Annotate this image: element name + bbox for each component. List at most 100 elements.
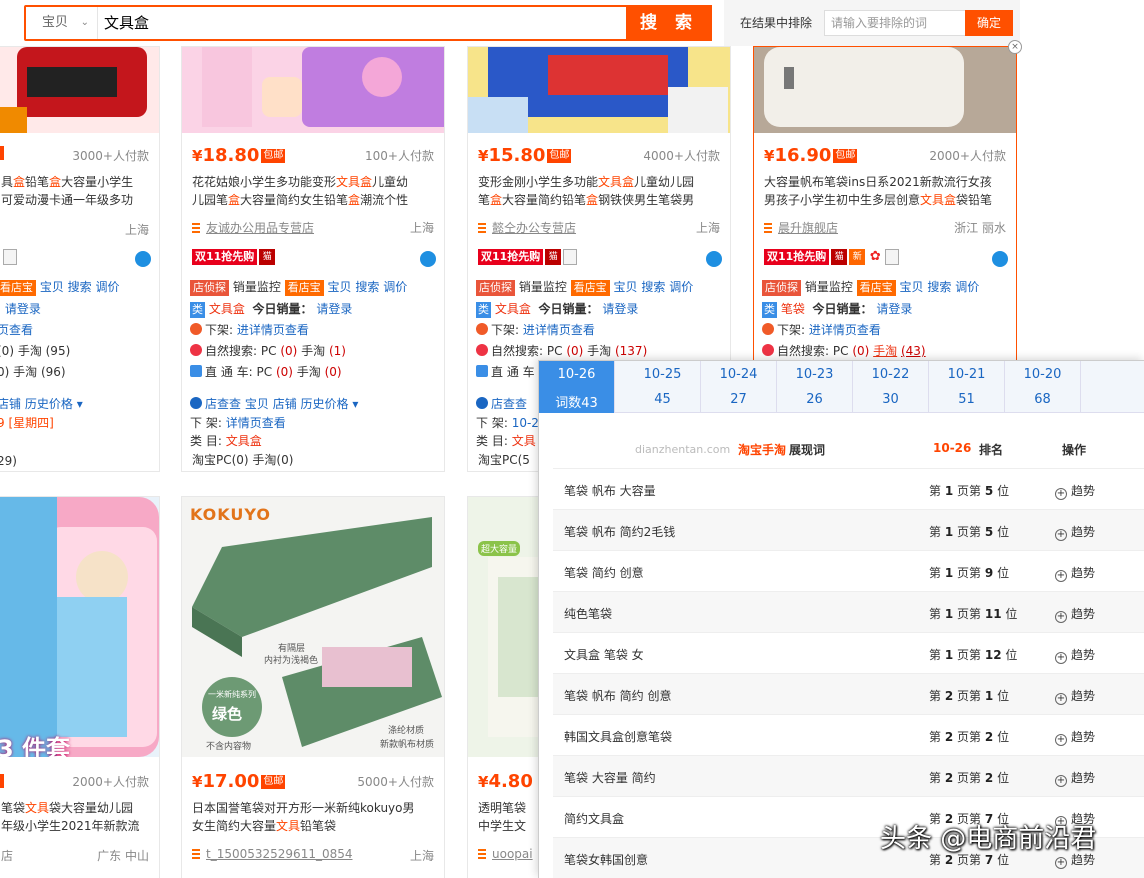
table-row: 笔袋 简约 创意 第 1 页第 9 位 + 趋势 (553, 550, 1144, 591)
sales-count: 5000+人付款 (357, 775, 434, 789)
date-tab[interactable]: 10-22 30 (853, 361, 929, 413)
doc-icon (563, 249, 578, 265)
product-title[interactable]: 花花姑娘小学生多功能变形文具盒儿童幼 儿园笔盒大容量简约女生铅笔盒潮流个性 (192, 173, 434, 209)
shop-name[interactable]: 懿仝办公专营店 (478, 219, 576, 236)
tmall-icon: 猫 (831, 249, 848, 265)
wangwang-icon[interactable] (992, 251, 1008, 267)
date-tab[interactable]: 10-23 26 (777, 361, 853, 413)
dianzhentan-tag[interactable]: 店侦探 (476, 279, 515, 296)
price: ¥16.90 包邮 (764, 145, 858, 166)
price: ¥4.80 (478, 771, 533, 792)
dianzhentan-tag[interactable]: 店侦探 (190, 279, 229, 296)
kandianbao-tag[interactable]: 看店宝 (284, 279, 324, 296)
clock-icon (762, 323, 774, 335)
product-image[interactable] (182, 47, 444, 133)
location: 上海 (409, 849, 434, 863)
product-card[interactable]: 3 件套 2000+人付款 笔袋文具袋大容量幼儿园 年级小学生2021年新款流 店… (0, 496, 160, 878)
product-image[interactable] (468, 47, 730, 133)
exclude-input[interactable]: 请输入要排除的词 (824, 10, 966, 36)
double11-badge: 双11抢先购 (192, 249, 258, 265)
table-header: dianzhentan.com 淘宝手淘 展现词 10-26 排名 操作 (539, 433, 1144, 463)
location: 广东 中山 (97, 849, 149, 863)
product-card[interactable]: 3000+人付款 具盒铅笔盒大容量小学生 可爱动漫卡通一年级多功 上海 看店宝 宝… (0, 46, 160, 472)
double11-badge: 双11抢先购 (764, 249, 830, 265)
tool-row: 店侦探 销量监控 看店宝 宝贝 搜索 调价 (762, 277, 1012, 297)
date-tab[interactable]: 10-26 词数43 (539, 361, 615, 413)
shop-icon (192, 849, 200, 859)
wangwang-icon[interactable] (420, 251, 436, 267)
keyword-cell: 笔袋 帆布 简约2毛钱 (564, 525, 676, 539)
exclude-area: 在结果中排除 请输入要排除的词 确定 (724, 0, 1020, 46)
product-image[interactable]: KOKUYO 有隔层 内衬为浅褐色 一米新纯系列 绿色 不含内容物 涤纶材质 新… (182, 497, 444, 757)
product-image[interactable]: 3 件套 (0, 497, 159, 757)
search-button[interactable]: 搜 索 (626, 5, 712, 41)
doc-icon (3, 249, 17, 265)
chevron-down-icon: ⌄ (80, 17, 89, 28)
close-icon[interactable]: × (1008, 40, 1022, 54)
keyword-cell: 简约文具盒 (564, 812, 625, 826)
tmall-icon: 猫 (545, 249, 562, 265)
trend-button[interactable]: + 趋势 (1055, 605, 1095, 623)
image-note: 不含内容物 (206, 742, 252, 752)
product-title[interactable]: 大容量帆布笔袋ins日系2021新款流行女孩 男孩子小学生初中生多层创意文具盒袋铅… (764, 173, 1006, 209)
product-title[interactable]: 具盒铅笔盒大容量小学生 可爱动漫卡通一年级多功 (1, 173, 149, 209)
product-card[interactable]: KOKUYO 有隔层 内衬为浅褐色 一米新纯系列 绿色 不含内容物 涤纶材质 新… (181, 496, 445, 878)
product-card[interactable]: ¥18.80 包邮 100+人付款 花花姑娘小学生多功能变形文具盒儿童幼 儿园笔盒大… (181, 46, 445, 472)
product-title[interactable]: 日本国誉笔袋对开方形一米新纯kokuyo男 女生简约大容量文具铅笔袋 (192, 799, 434, 835)
wangwang-icon[interactable] (135, 251, 151, 267)
dianzhentan-tag[interactable]: 店侦探 (762, 279, 801, 296)
date-tabs: 10-26 词数43 10-25 45 10-24 27 10-23 26 10-22 3… (539, 361, 1144, 413)
product-image[interactable] (754, 47, 1016, 133)
kandianbao-tag[interactable]: 看店宝 (570, 279, 610, 296)
trend-button[interactable]: + 趋势 (1055, 482, 1095, 500)
product-image[interactable] (0, 47, 159, 133)
link-row: 店铺 历史价格 ▾ (0, 397, 83, 411)
free-shipping-badge: 包邮 (261, 775, 286, 789)
price: ¥17.00 包邮 (192, 771, 286, 792)
product-card[interactable]: ¥16.90 包邮 2000+人付款 大容量帆布笔袋ins日系2021新款流行女孩… (753, 46, 1017, 376)
kandianbao-tag[interactable]: 看店宝 (0, 279, 36, 296)
exclude-label: 在结果中排除 (740, 16, 813, 30)
exclude-confirm-button[interactable]: 确定 (965, 10, 1013, 36)
shop-name[interactable]: 店 (1, 847, 13, 864)
keyword-cell: 笔袋 帆布 大容量 (564, 484, 656, 498)
rank-cell: 第 1 页第 5 位 (929, 525, 1010, 539)
trend-button[interactable]: + 趋势 (1055, 646, 1095, 664)
product-title[interactable]: 变形金刚小学生多功能文具盒儿童幼儿园 笔盒大容量简约铅笔盒钢铁侠男生笔袋男 (478, 173, 720, 209)
dianchacha-icon (476, 397, 488, 409)
keyword-cell: 笔袋 简约 创意 (564, 566, 644, 580)
product-title[interactable]: 笔袋文具袋大容量幼儿园 年级小学生2021年新款流 (1, 799, 149, 835)
image-note: 新款帆布材质 (380, 740, 435, 750)
date-tab[interactable]: 10-21 51 (929, 361, 1005, 413)
category-tag: 类 (190, 301, 205, 318)
trend-button[interactable]: + 趋势 (1055, 728, 1095, 746)
date-tab[interactable]: 10-24 27 (701, 361, 777, 413)
sales-row: 类 文具盒 今日销量： 请登录 (190, 301, 353, 318)
category-select[interactable]: 宝贝 ⌄ (26, 7, 98, 39)
wangwang-icon[interactable] (706, 251, 722, 267)
shop-name[interactable]: 友诚办公用品专营店 (192, 219, 314, 236)
kandianbao-tag[interactable]: 看店宝 (856, 279, 896, 296)
search-input[interactable]: 文具盒 (104, 7, 149, 39)
search-bar: 宝贝 ⌄ 文具盒 搜 索 在结果中排除 请输入要排除的词 确定 (0, 0, 1144, 46)
trend-button[interactable]: + 趋势 (1055, 564, 1095, 582)
shop-name[interactable]: t_1500532529611_0854 (192, 847, 353, 861)
shop-icon (764, 223, 772, 233)
header-date: 10-26 (933, 441, 972, 455)
rank-cell: 第 1 页第 12 位 (929, 648, 1018, 662)
header-source: 淘宝手淘 (738, 443, 787, 457)
keyword-panel: 10-26 词数43 10-25 45 10-24 27 10-23 26 10-22 3… (538, 360, 1144, 878)
shop-name[interactable]: 晨升旗舰店 (764, 219, 838, 236)
product-image-art (0, 497, 159, 757)
shop-name[interactable]: uoopai (478, 847, 533, 861)
date-row: 9 [星期四] (0, 416, 54, 430)
rank-cell: 第 2 页第 2 位 (929, 771, 1010, 785)
trend-button[interactable]: + 趋势 (1055, 769, 1095, 787)
trend-button[interactable]: + 趋势 (1055, 687, 1095, 705)
date-tab[interactable]: 10-20 68 (1005, 361, 1081, 413)
table-row: 笔袋 大容量 简约 第 2 页第 2 位 + 趋势 (553, 755, 1144, 796)
date-tab[interactable]: 10-25 45 (625, 361, 701, 413)
double11-badge: 双11抢先购 (478, 249, 544, 265)
trend-button[interactable]: + 趋势 (1055, 523, 1095, 541)
image-note: 一米新纯系列 (208, 690, 256, 699)
